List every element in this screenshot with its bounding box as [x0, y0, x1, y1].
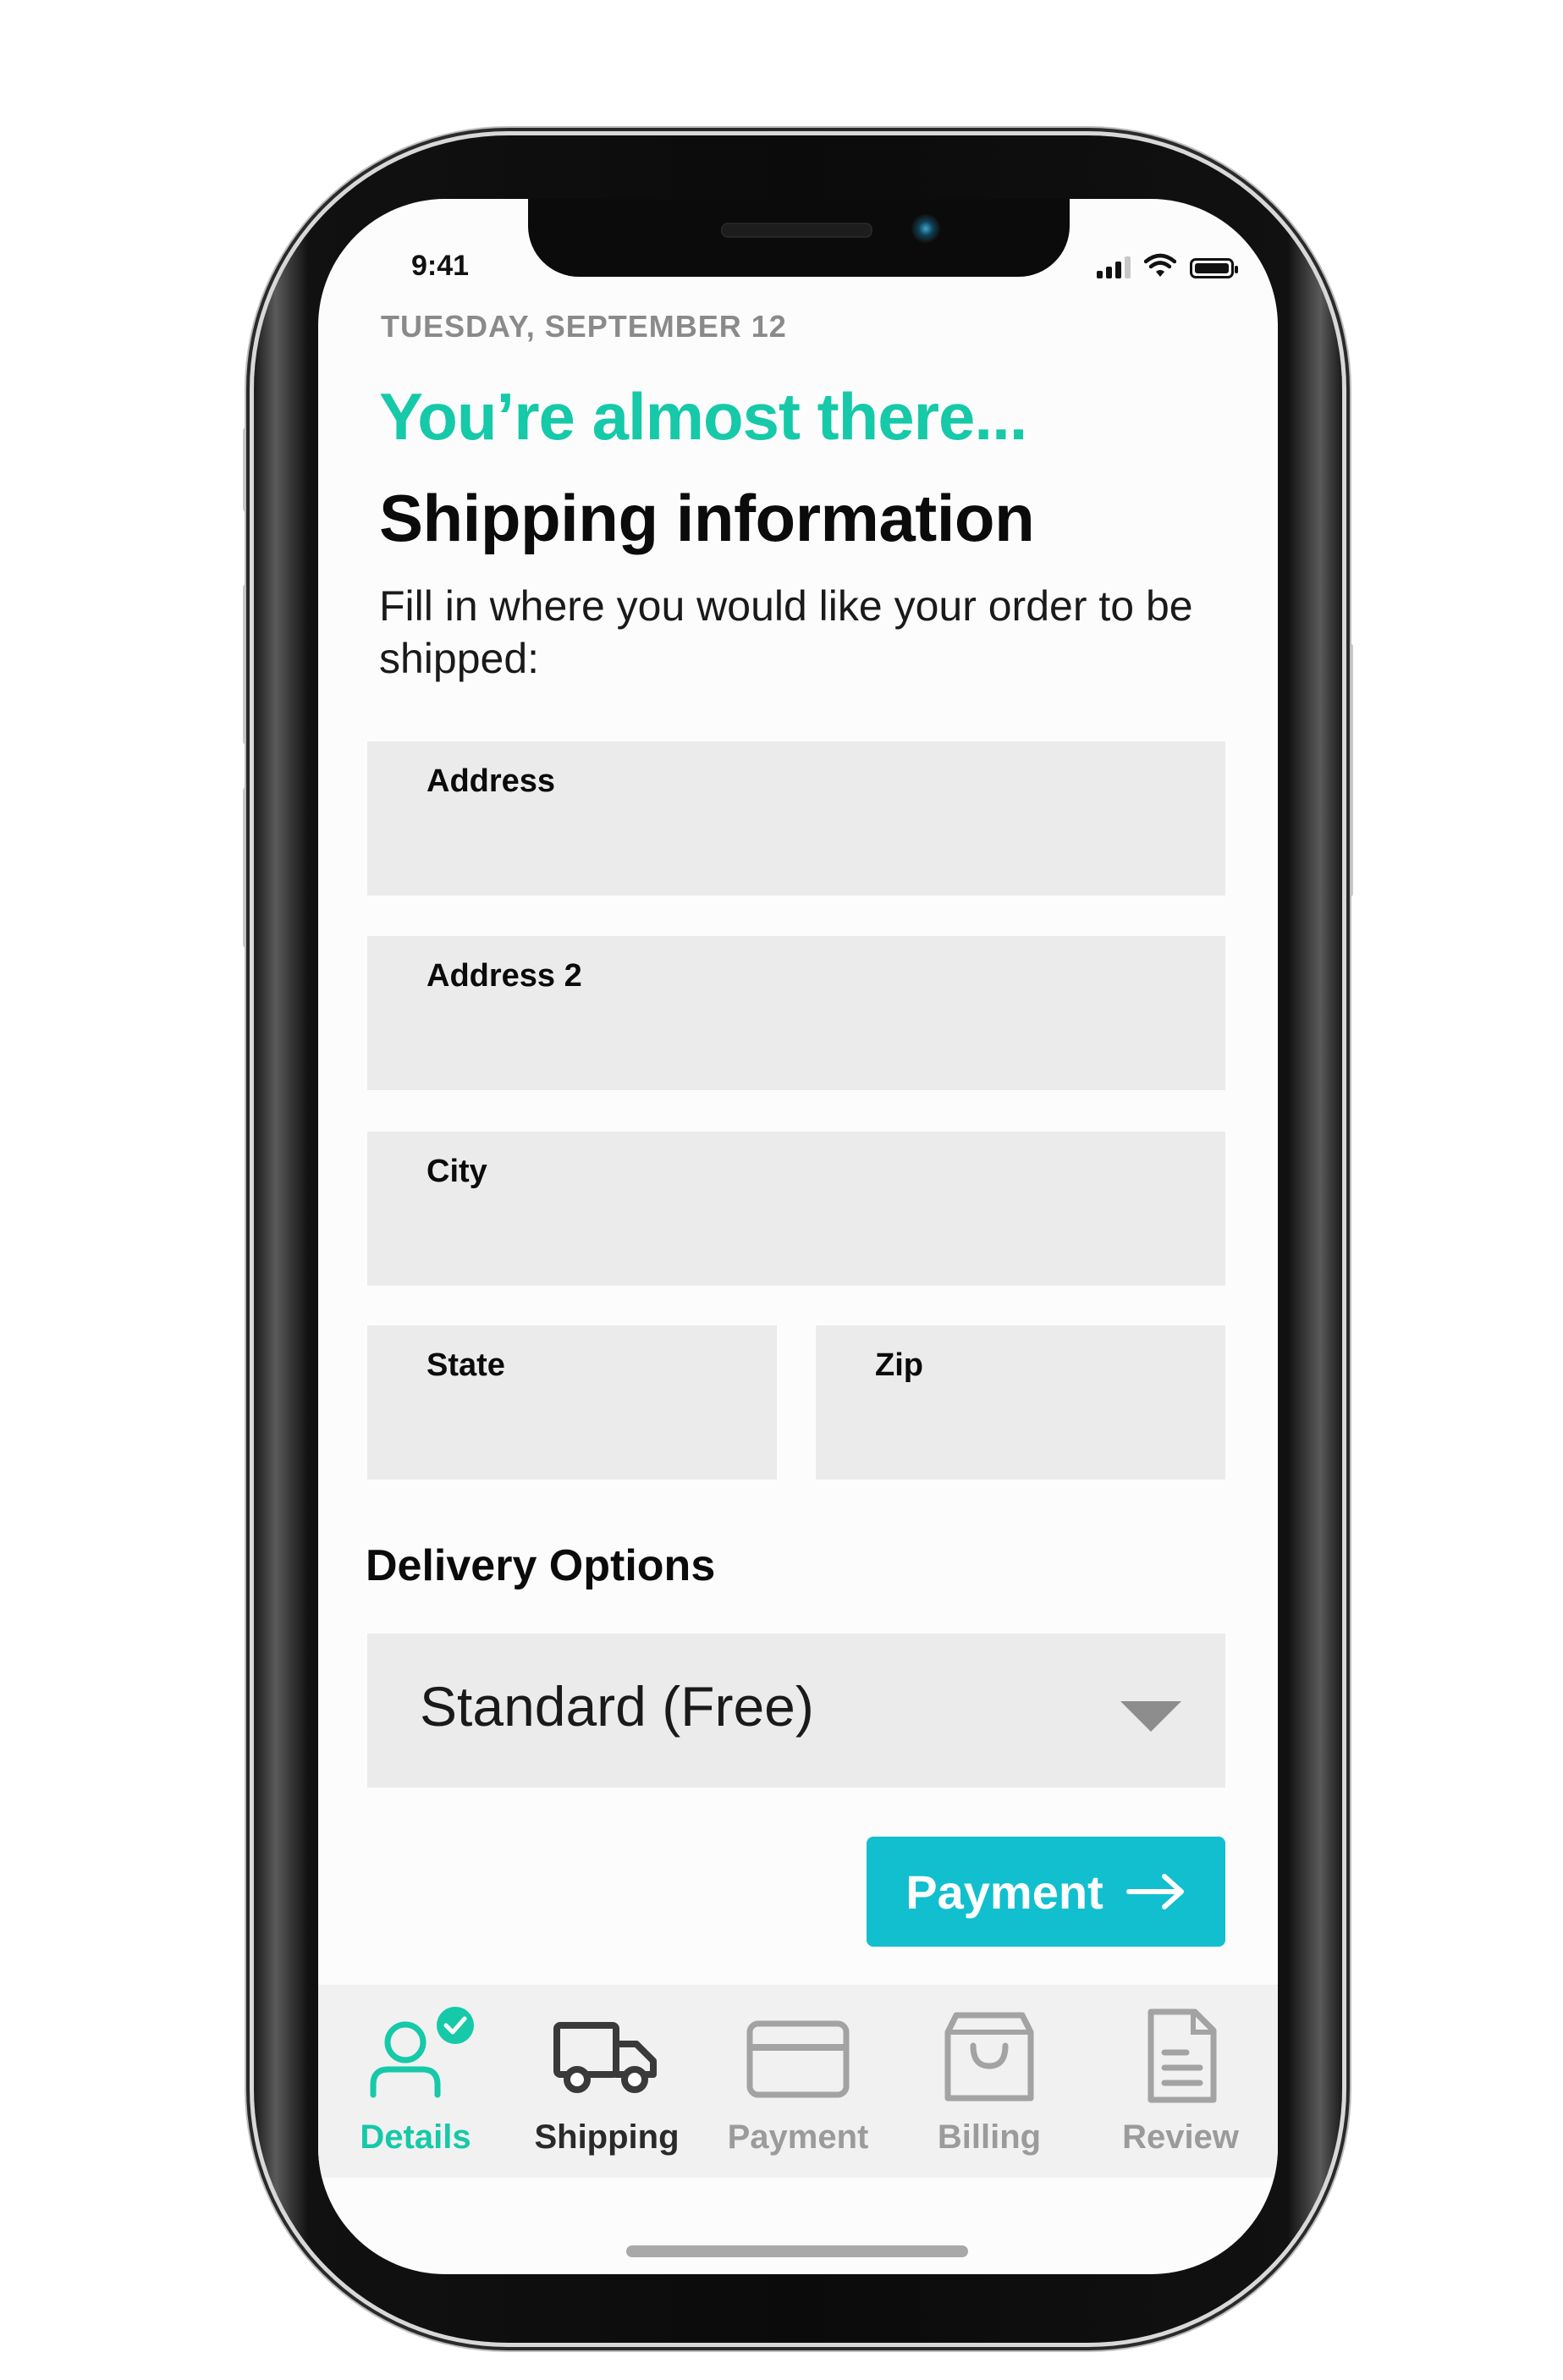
tab-review[interactable]: Review: [1085, 1985, 1276, 2178]
address2-input[interactable]: [427, 1031, 1208, 1075]
tab-billing[interactable]: Billing: [894, 1985, 1085, 2178]
payment-next-button[interactable]: Payment: [867, 1837, 1225, 1947]
address-input[interactable]: [427, 836, 1208, 880]
zip-input[interactable]: [875, 1420, 1208, 1464]
payment-next-label: Payment: [905, 1865, 1103, 1919]
cellular-signal-icon: [1097, 255, 1131, 278]
tab-details[interactable]: Details: [320, 1985, 511, 2178]
delivery-selected-value: Standard (Free): [420, 1675, 814, 1738]
tab-details-label: Details: [360, 2118, 471, 2156]
state-label: State: [427, 1347, 505, 1383]
wifi-icon: [1144, 253, 1176, 277]
checkout-steps-tabbar: Details Shipping Payment Billing Review: [318, 1985, 1278, 2178]
phone-screen: 9:41 TUESDAY, SEPTEMBER 12 You’re almost…: [318, 199, 1278, 2274]
state-field[interactable]: State: [367, 1325, 777, 1479]
power-button: [1341, 643, 1353, 897]
zip-field[interactable]: Zip: [816, 1325, 1225, 1479]
status-icons: [1097, 251, 1238, 278]
page-title: Shipping information: [379, 481, 1035, 555]
page-subtitle: Fill in where you would like your order …: [379, 582, 1193, 682]
address-field[interactable]: Address: [367, 741, 1225, 895]
zip-label: Zip: [875, 1347, 923, 1383]
front-camera: [911, 214, 940, 243]
tab-payment-label: Payment: [727, 2118, 869, 2156]
arrow-right-icon: [1125, 1874, 1184, 1909]
address2-label: Address 2: [427, 958, 582, 994]
person-icon: [370, 2007, 474, 2098]
tab-billing-label: Billing: [937, 2118, 1042, 2156]
tab-payment[interactable]: Payment: [702, 1985, 894, 2178]
volume-down-button: [243, 787, 255, 948]
city-input[interactable]: [427, 1226, 1208, 1270]
delivery-options-select[interactable]: Standard (Free): [367, 1633, 1225, 1788]
tagline: You’re almost there...: [379, 379, 1027, 454]
battery-icon: [1190, 258, 1238, 278]
date-label: TUESDAY, SEPTEMBER 12: [381, 309, 787, 344]
home-indicator[interactable]: [626, 2245, 968, 2257]
document-icon: [1147, 2008, 1217, 2103]
shopping-bag-icon: [944, 2012, 1034, 2102]
notch: [528, 199, 1070, 277]
delivery-options-heading: Delivery Options: [366, 1541, 716, 1590]
tab-shipping[interactable]: Shipping: [511, 1985, 702, 2178]
truck-icon: [553, 2022, 657, 2093]
city-label: City: [427, 1154, 487, 1189]
earpiece-speaker: [721, 223, 872, 238]
credit-card-icon: [746, 2020, 850, 2098]
city-field[interactable]: City: [367, 1132, 1225, 1286]
address2-field[interactable]: Address 2: [367, 936, 1225, 1090]
tab-review-label: Review: [1122, 2118, 1239, 2156]
address-label: Address: [427, 763, 556, 799]
volume-up-button: [243, 584, 255, 745]
status-time: 9:41: [411, 250, 470, 282]
chevron-down-icon: [1120, 1701, 1181, 1732]
tab-shipping-label: Shipping: [534, 2118, 680, 2156]
state-input[interactable]: [427, 1420, 760, 1464]
silent-switch: [243, 427, 255, 512]
